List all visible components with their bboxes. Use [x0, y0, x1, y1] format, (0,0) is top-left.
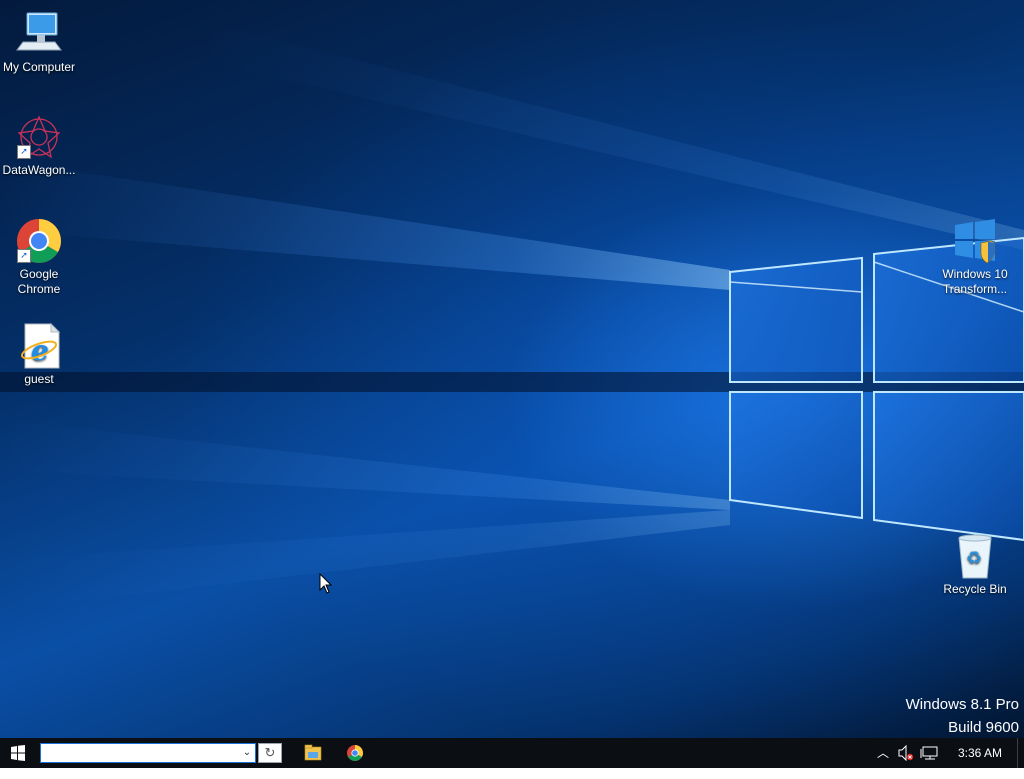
recycle-bin-icon: ♻ [951, 532, 999, 580]
svg-text:e: e [31, 334, 49, 367]
start-button[interactable] [0, 738, 36, 768]
watermark-build: Build 9600 [948, 719, 1019, 736]
volume-button[interactable] [895, 738, 917, 768]
desktop-icon-label: My Computer [2, 60, 76, 74]
shortcut-arrow-icon: ➚ [17, 249, 31, 263]
taskbar-file-explorer[interactable] [293, 738, 333, 768]
desktop-icon-label: DataWagon... [2, 163, 76, 177]
file-explorer-icon [304, 744, 322, 761]
chrome-icon: ➚ [15, 217, 63, 265]
show-hidden-icons-button[interactable]: ︿ [872, 738, 894, 768]
taskbar-clock[interactable]: 3:36 AM [950, 738, 1010, 768]
shortcut-arrow-icon: ➚ [17, 145, 31, 159]
show-desktop-button[interactable] [1017, 738, 1024, 768]
datawagon-icon: ➚ [15, 113, 63, 161]
chevron-down-icon[interactable]: ⌄ [239, 744, 255, 762]
taskbar: ⌄ ↻ ︿ 3:36 AM [0, 738, 1024, 768]
desktop[interactable]: My Computer ➚ DataWagon... ➚ Google Chro… [0, 0, 1024, 738]
computer-icon [15, 10, 63, 58]
desktop-icon-label: Windows 10 Transform... [942, 267, 1008, 296]
desktop-icon-label: Recycle Bin [943, 582, 1007, 596]
internet-explorer-icon: e [15, 322, 63, 370]
desktop-icon-datawagon[interactable]: ➚ DataWagon... [0, 113, 78, 178]
address-input[interactable] [43, 745, 239, 761]
refresh-button[interactable]: ↻ [258, 743, 282, 763]
wallpaper [0, 20, 1024, 610]
chrome-icon [347, 745, 363, 761]
desktop-icon-label: guest [24, 372, 54, 386]
desktop-icon-label: Google Chrome [17, 267, 61, 296]
windows-edition-watermark: Windows 8.1 Pro Build 9600 [906, 693, 1019, 738]
svg-text:♻: ♻ [966, 548, 982, 569]
chevron-up-icon: ︿ [876, 746, 889, 760]
watermark-edition: Windows 8.1 Pro [905, 696, 1019, 713]
speaker-muted-icon [898, 744, 914, 762]
address-toolbar[interactable]: ⌄ [40, 743, 256, 763]
desktop-icon-my-computer[interactable]: My Computer [0, 10, 78, 75]
windows-10-transformation-icon [951, 217, 999, 265]
desktop-icon-google-chrome[interactable]: ➚ Google Chrome [0, 217, 78, 297]
windows-logo-icon [11, 745, 25, 761]
network-icon [920, 746, 938, 760]
network-button[interactable] [918, 738, 942, 768]
desktop-icon-windows-10-transformation[interactable]: Windows 10 Transform... [936, 217, 1014, 297]
refresh-icon: ↻ [264, 745, 276, 760]
desktop-icon-recycle-bin[interactable]: ♻ Recycle Bin [936, 532, 1014, 597]
desktop-icon-guest[interactable]: e guest [0, 322, 78, 387]
mouse-pointer-icon [319, 573, 333, 594]
taskbar-google-chrome[interactable] [335, 738, 375, 768]
